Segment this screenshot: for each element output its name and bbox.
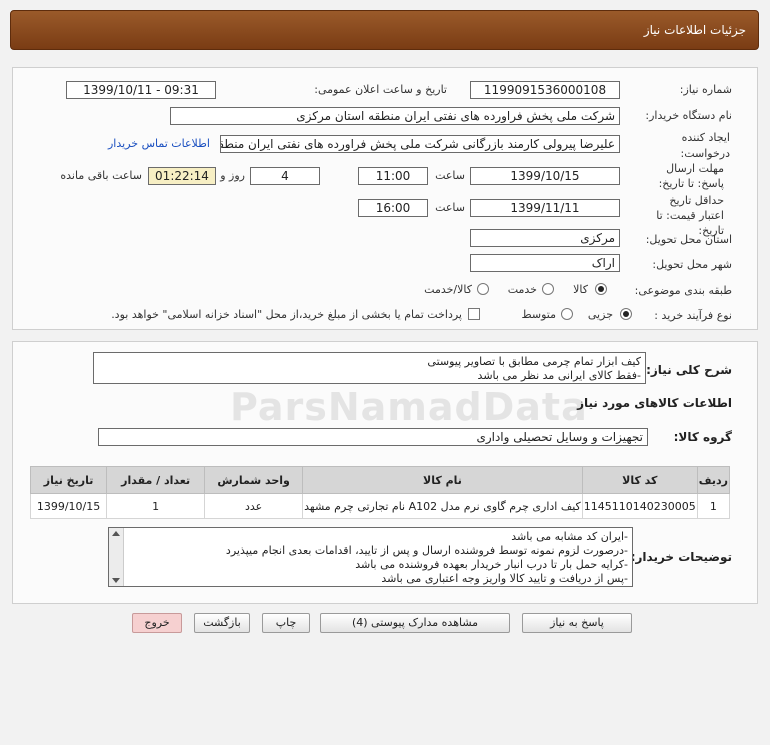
process-radio-medium[interactable] xyxy=(561,308,573,320)
need-no-label: شماره نیاز: xyxy=(679,83,732,96)
deadline-label: مهلت ارسال پاسخ: تا تاریخ: xyxy=(644,161,724,191)
validity-label-text: حداقل تاریخ اعتبار قیمت: تا تاریخ: xyxy=(656,194,724,237)
cell-date: 1399/10/15 xyxy=(29,493,108,519)
category-goods-label: کالا xyxy=(573,283,588,296)
category-service-label: خدمت xyxy=(507,283,537,296)
buyer-notes-text: -ایران کد مشابه می باشد -درصورت لزوم نمو… xyxy=(125,530,628,586)
cell-name: کیف اداری چرم گاوی نرم مدل A102 نام تجار… xyxy=(302,493,583,519)
validity-date-field: 1399/11/11 xyxy=(470,199,620,217)
scroll-down-icon[interactable] xyxy=(112,578,120,583)
city-label: شهر محل تحویل: xyxy=(652,258,732,271)
description-line-1: کیف ابزار تمام چرمی مطابق با تصاویر پیوس… xyxy=(427,355,641,368)
payment-checkbox[interactable] xyxy=(468,308,480,320)
deadline-time-field: 11:00 xyxy=(358,167,428,185)
province-label: استان محل تحویل: xyxy=(645,233,732,246)
deadline-label-text: مهلت ارسال پاسخ: تا تاریخ: xyxy=(658,162,724,190)
process-label: نوع فرآیند خرید : xyxy=(654,309,732,322)
days-label: روز و xyxy=(220,169,245,182)
goods-table-header: ردیف کد کالا نام کالا واحد شمارش تعداد /… xyxy=(29,466,731,494)
remaining-label: ساعت باقی مانده xyxy=(60,169,142,182)
category-label: طبقه بندی موضوعی: xyxy=(634,284,732,297)
category-radio-service[interactable] xyxy=(542,283,554,295)
validity-time-field: 16:00 xyxy=(358,199,428,217)
col-row: ردیف xyxy=(696,466,731,494)
category-both-label: کالا/خدمت xyxy=(424,283,472,296)
announce-field: 1399/10/11 - 09:31 xyxy=(66,81,216,99)
back-button[interactable]: بازگشت xyxy=(194,613,250,633)
deadline-date-field: 1399/10/15 xyxy=(470,167,620,185)
attachments-button[interactable]: مشاهده مدارک پیوستی (4) xyxy=(320,613,510,633)
buyer-note-line-2: -درصورت لزوم نمونه توسط فروشنده ارسال و … xyxy=(225,544,628,557)
col-qty: تعداد / مقدار xyxy=(106,466,206,494)
description-label: شرح کلی نیاز: xyxy=(646,363,732,377)
contact-link[interactable]: اطلاعات تماس خریدار xyxy=(108,137,210,150)
goods-group-field: تجهیزات و وسایل تحصیلی واداری xyxy=(98,428,648,446)
col-code: کد کالا xyxy=(581,466,698,494)
buyer-note-line-1: -ایران کد مشابه می باشد xyxy=(511,530,628,543)
payment-note: پرداخت تمام یا بخشی از مبلغ خرید،از محل … xyxy=(111,308,462,321)
page-title: جزئیات اطلاعات نیاز xyxy=(643,23,746,37)
table-row: 1 1145110140230005 کیف اداری چرم گاوی نر… xyxy=(29,493,731,519)
remaining-time-field: 01:22:14 xyxy=(148,167,216,185)
buyer-notes-label: توضیحات خریدار: xyxy=(630,550,732,564)
need-no-field: 1199091536000108 xyxy=(470,81,620,99)
goods-table: ردیف کد کالا نام کالا واحد شمارش تعداد /… xyxy=(29,466,731,519)
validity-time-label: ساعت xyxy=(435,201,465,214)
description-line-2: -فقط کالای ایرانی مد نظر می باشد xyxy=(477,369,641,382)
buyer-label: نام دستگاه خریدار: xyxy=(645,109,732,122)
creator-label: ایجاد کننده درخواست: xyxy=(660,130,730,162)
buyer-notes-box[interactable]: -ایران کد مشابه می باشد -درصورت لزوم نمو… xyxy=(108,527,633,587)
goods-group-label: گروه کالا: xyxy=(673,430,732,444)
col-date: تاریخ نیاز xyxy=(29,466,108,494)
category-radio-goods[interactable] xyxy=(595,283,607,295)
cell-code: 1145110140230005 xyxy=(581,493,698,519)
reply-button[interactable]: پاسخ به نیاز xyxy=(522,613,632,633)
buyer-note-line-4: -پس از دریافت و تایید کالا واریز وجه اعت… xyxy=(381,572,628,585)
city-field: اراک xyxy=(470,254,620,272)
description-box: کیف ابزار تمام چرمی مطابق با تصاویر پیوس… xyxy=(93,352,646,384)
validity-label: حداقل تاریخ اعتبار قیمت: تا تاریخ: xyxy=(644,193,724,238)
days-field: 4 xyxy=(250,167,320,185)
print-button[interactable]: چاپ xyxy=(262,613,310,633)
process-radio-minor[interactable] xyxy=(620,308,632,320)
buyer-notes-scrollbar[interactable] xyxy=(109,528,124,586)
buyer-note-line-3: -کرایه حمل بار تا درب انبار خریدار بعهده… xyxy=(355,558,628,571)
creator-label-text: ایجاد کننده درخواست: xyxy=(680,131,730,160)
scroll-up-icon[interactable] xyxy=(112,531,120,536)
process-medium-label: متوسط xyxy=(521,308,556,321)
cell-unit: عدد xyxy=(204,493,304,519)
province-field: مرکزی xyxy=(470,229,620,247)
buyer-field: شرکت ملی پخش فراورده های نفتی ایران منطق… xyxy=(170,107,620,125)
deadline-time-label: ساعت xyxy=(435,169,465,182)
cell-qty: 1 xyxy=(106,493,206,519)
col-name: نام کالا xyxy=(302,466,583,494)
col-unit: واحد شمارش xyxy=(204,466,304,494)
announce-label: تاریخ و ساعت اعلان عمومی: xyxy=(314,83,447,96)
goods-section-title: اطلاعات کالاهای مورد نیاز xyxy=(577,396,732,410)
exit-button[interactable]: خروج xyxy=(132,613,182,633)
category-radio-both[interactable] xyxy=(477,283,489,295)
creator-field: علیرضا پیرولی کارمند بازرگانی شرکت ملی پ… xyxy=(220,135,620,153)
process-minor-label: جزیی xyxy=(587,308,613,321)
cell-row: 1 xyxy=(696,493,731,519)
title-bar: جزئیات اطلاعات نیاز xyxy=(10,10,759,50)
